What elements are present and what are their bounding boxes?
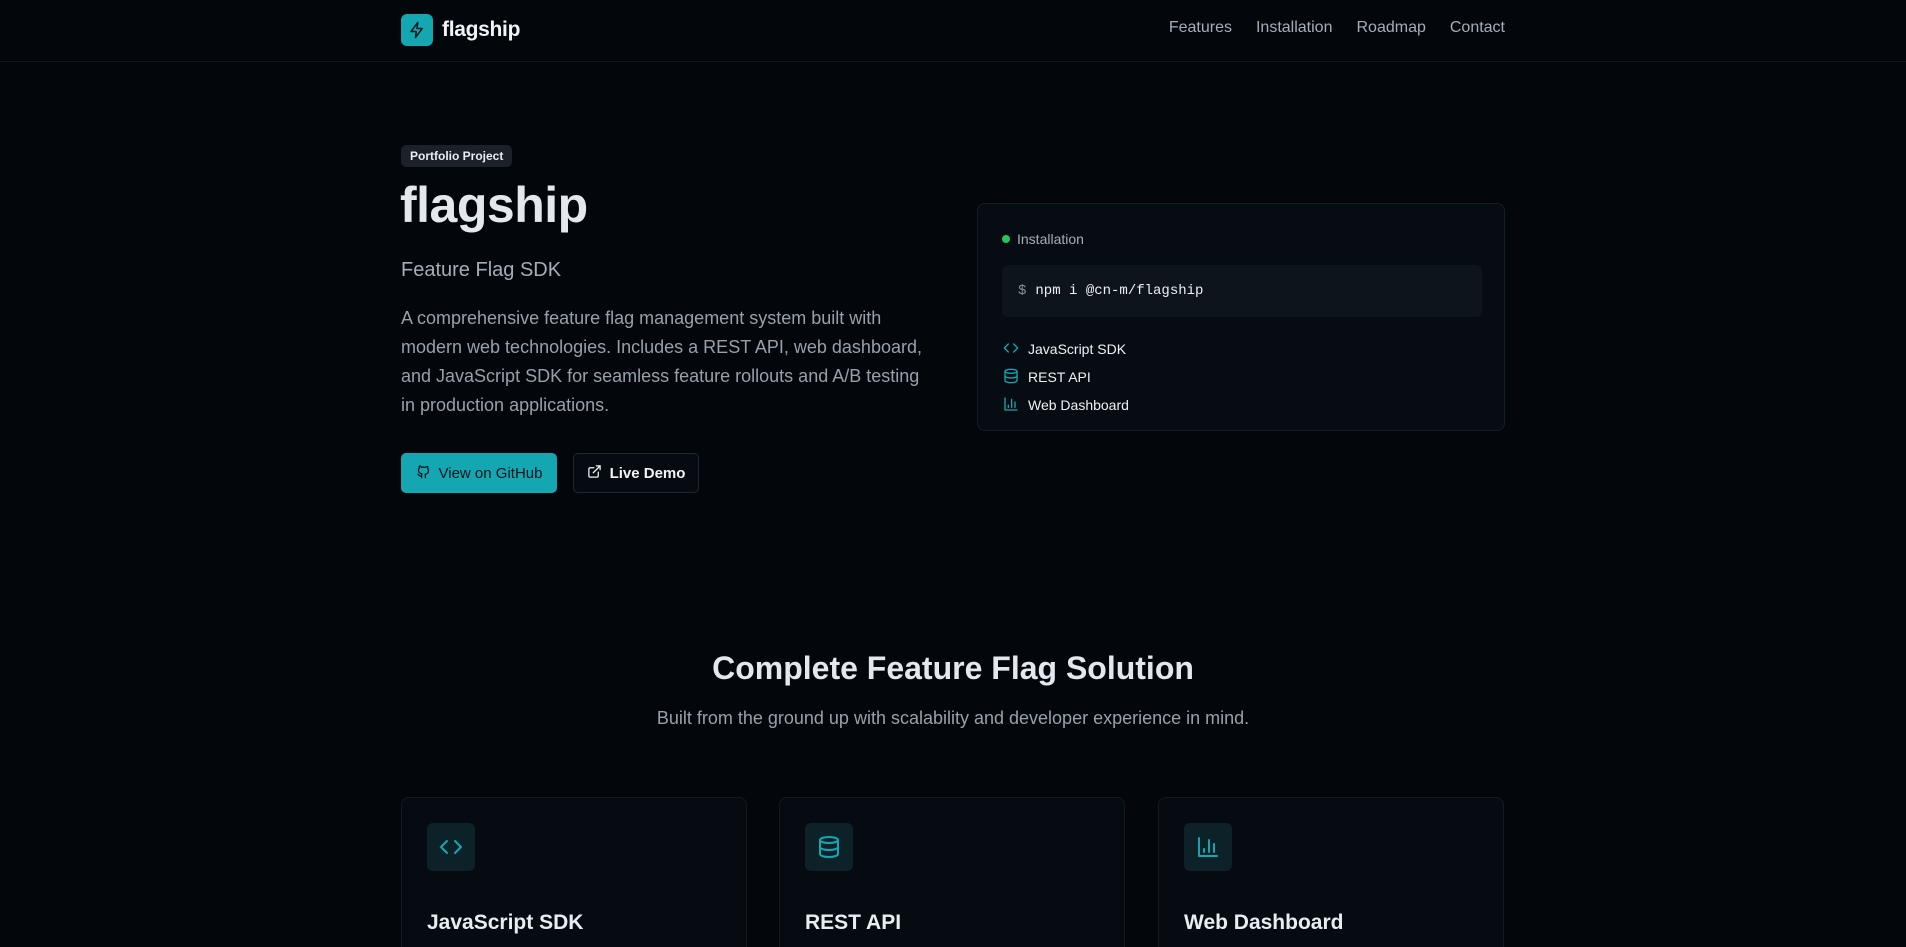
brand-name: flagship xyxy=(442,18,521,41)
database-icon xyxy=(805,823,853,871)
install-command: npm i @cn-m/flagship xyxy=(1035,283,1204,299)
feature-card-title: REST API xyxy=(805,911,902,934)
hero-subtitle: Feature Flag SDK xyxy=(401,259,562,281)
bar-chart-icon xyxy=(1184,823,1232,871)
external-link-icon xyxy=(587,464,602,483)
feature-card-title: Web Dashboard xyxy=(1184,911,1344,934)
nav-link-features[interactable]: Features xyxy=(1169,19,1232,37)
nav-link-contact[interactable]: Contact xyxy=(1450,19,1505,37)
installation-label: Installation xyxy=(1017,231,1084,247)
installation-card: Installation $ npm i @cn-m/flagship Java… xyxy=(977,203,1505,431)
nav-link-installation[interactable]: Installation xyxy=(1256,19,1333,37)
bar-chart-icon xyxy=(1003,396,1019,415)
features-section-subtitle: Built from the ground up with scalabilit… xyxy=(656,708,1250,728)
hero-description: A comprehensive feature flag management … xyxy=(401,308,922,415)
code-icon xyxy=(1003,340,1019,359)
nav-links: Features Installation Roadmap Contact xyxy=(1169,19,1505,37)
database-icon xyxy=(1003,368,1019,387)
installation-header: Installation xyxy=(1002,231,1084,247)
features-section-title: Complete Feature Flag Solution xyxy=(712,650,1194,686)
list-item-label: JavaScript SDK xyxy=(1028,341,1127,357)
installation-feature-list: JavaScript SDK REST API Web Dashboard xyxy=(1003,335,1129,419)
lightning-bolt-icon xyxy=(401,14,433,46)
nav-link-roadmap[interactable]: Roadmap xyxy=(1356,19,1425,37)
github-button[interactable]: View on GitHub xyxy=(401,453,557,493)
install-command-box[interactable]: $ npm i @cn-m/flagship xyxy=(1002,265,1482,317)
list-item-label: Web Dashboard xyxy=(1028,397,1129,413)
feature-card-title: JavaScript SDK xyxy=(427,911,584,934)
github-icon xyxy=(416,464,431,483)
live-demo-label: Live Demo xyxy=(609,464,686,482)
list-item-label: REST API xyxy=(1028,369,1091,385)
feature-card-javascript-sdk: JavaScript SDK xyxy=(401,797,747,947)
code-icon xyxy=(427,823,475,871)
top-nav: flagship Features Installation Roadmap C… xyxy=(0,0,1906,62)
list-item: JavaScript SDK xyxy=(1003,335,1129,363)
page: flagship Features Installation Roadmap C… xyxy=(0,0,1906,947)
status-dot-icon xyxy=(1002,235,1010,243)
list-item: Web Dashboard xyxy=(1003,391,1129,419)
list-item: REST API xyxy=(1003,363,1129,391)
feature-card-rest-api: REST API xyxy=(779,797,1125,947)
brand-logo-link[interactable]: flagship xyxy=(401,14,520,46)
github-button-label: View on GitHub xyxy=(438,464,543,482)
portfolio-badge: Portfolio Project xyxy=(401,145,513,167)
feature-card-web-dashboard: Web Dashboard xyxy=(1158,797,1504,947)
hero-title: flagship xyxy=(400,177,588,233)
live-demo-button[interactable]: Live Demo xyxy=(573,453,699,493)
command-prompt: $ xyxy=(1018,283,1027,299)
